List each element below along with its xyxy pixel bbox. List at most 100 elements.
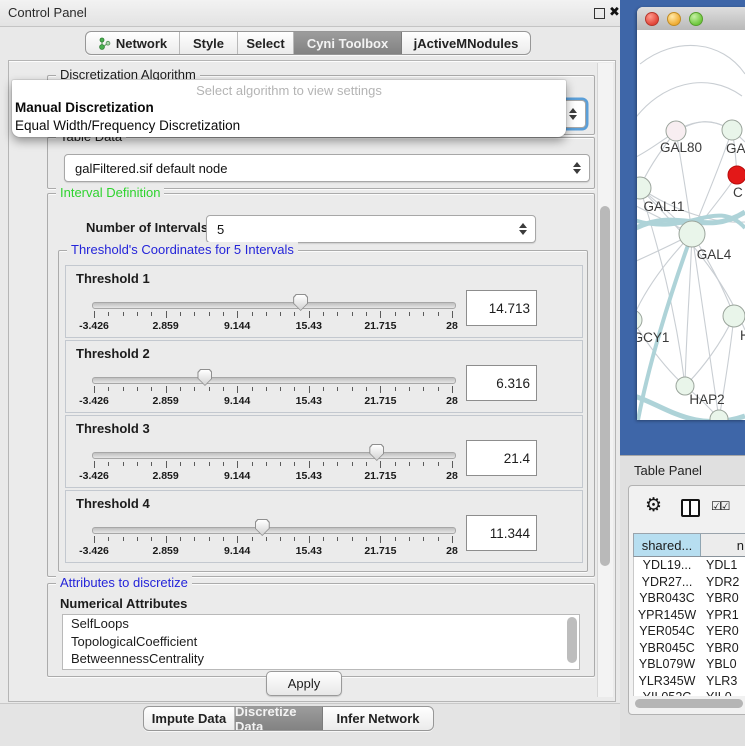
cell-name[interactable]: YPR1	[700, 608, 745, 622]
slider-tick	[180, 537, 181, 541]
threshold-slider-thumb[interactable]	[369, 444, 384, 461]
float-window-icon[interactable]	[594, 8, 605, 19]
threshold-slider-thumb[interactable]	[197, 369, 212, 386]
table-row[interactable]: YLR345WYLR3	[634, 673, 745, 690]
apply-button[interactable]: Apply	[266, 671, 342, 696]
table-row[interactable]: YBL079WYBL0	[634, 656, 745, 673]
zoom-traffic-light-icon[interactable]	[689, 12, 703, 26]
close-icon[interactable]: ✖	[609, 4, 620, 20]
list-item[interactable]: SelfLoops	[63, 615, 579, 633]
column-header-shared-name[interactable]: shared...	[634, 534, 701, 556]
slider-tick	[223, 387, 224, 391]
cell-name[interactable]: YER0	[700, 624, 745, 638]
panel-scrollbar[interactable]	[597, 63, 613, 697]
slider-tick	[209, 312, 210, 316]
network-node[interactable]	[723, 305, 745, 327]
table-row[interactable]: YER054CYER0	[634, 623, 745, 640]
slider-tick-label: -3.426	[62, 395, 126, 407]
network-window-titlebar[interactable]	[637, 7, 745, 31]
threshold-slider-track[interactable]	[92, 302, 456, 309]
table-settings-gear-icon[interactable]: ⚙	[645, 494, 662, 516]
network-edge[interactable]	[685, 234, 692, 386]
numerical-attributes-list[interactable]: SelfLoops TopologicalCoefficient Between…	[62, 614, 580, 670]
panel-scrollbar-thumb[interactable]	[600, 206, 610, 566]
slider-tick	[209, 387, 210, 391]
tab-select[interactable]: Select	[238, 32, 294, 54]
threshold-value-field[interactable]: 14.713	[466, 290, 537, 326]
table-row[interactable]: YDL19...YDL1	[634, 557, 745, 574]
network-node-label: GCY1	[637, 330, 669, 345]
cell-name[interactable]: YBR0	[700, 641, 745, 655]
threshold-slider-track[interactable]	[92, 527, 456, 534]
cell-name[interactable]: YLR3	[700, 674, 745, 688]
network-canvas[interactable]: GAL80GACGAL11GAL4GCY1HHAP2	[637, 30, 745, 420]
list-scrollbar[interactable]	[567, 617, 577, 663]
table-data-combobox[interactable]: galFiltered.sif default node	[64, 154, 590, 182]
threshold-slider-track[interactable]	[92, 452, 456, 459]
cell-name[interactable]: YIL0	[700, 690, 745, 696]
network-node[interactable]	[722, 120, 742, 140]
slider-tick-label: 9.144	[205, 395, 269, 407]
split-columns-icon[interactable]	[681, 499, 700, 517]
popup-option-equal-width-frequency[interactable]: Equal Width/Frequency Discretization	[15, 118, 240, 133]
threshold-slider-track[interactable]	[92, 377, 456, 384]
cell-shared-name[interactable]: YPR145W	[634, 608, 700, 622]
tab-network[interactable]: Network	[86, 32, 180, 54]
tab-discretize-data[interactable]: Discretize Data	[235, 707, 323, 730]
cell-shared-name[interactable]: YDL19...	[634, 558, 700, 572]
cell-name[interactable]: YDL1	[700, 558, 745, 572]
table-row[interactable]: YBR045CYBR0	[634, 640, 745, 657]
slider-tick	[151, 537, 152, 541]
network-edge[interactable]	[637, 83, 742, 120]
threshold-value-field[interactable]: 21.4	[466, 440, 537, 476]
network-node[interactable]	[666, 121, 686, 141]
cell-shared-name[interactable]: YER054C	[634, 624, 700, 638]
table-data-value: galFiltered.sif default node	[65, 161, 572, 176]
select-columns-icon[interactable]: ☑☑	[711, 499, 729, 513]
cell-shared-name[interactable]: YLR345W	[634, 674, 700, 688]
slider-tick	[395, 462, 396, 466]
network-node[interactable]	[637, 310, 642, 330]
table-row[interactable]: YDR27...YDR2	[634, 574, 745, 591]
slider-tick-label: 9.144	[205, 320, 269, 332]
network-node-label: H	[740, 328, 745, 343]
cell-shared-name[interactable]: YDR27...	[634, 575, 700, 589]
slider-tick	[337, 462, 338, 466]
table-row[interactable]: YPR145WYPR1	[634, 607, 745, 624]
cell-shared-name[interactable]: YBL079W	[634, 657, 700, 671]
network-edge[interactable]	[640, 45, 745, 74]
column-header-name[interactable]: n	[701, 534, 745, 556]
network-edge[interactable]	[640, 188, 685, 386]
threshold-value-field[interactable]: 6.316	[466, 365, 537, 401]
threshold-slider-thumb[interactable]	[255, 519, 270, 536]
cell-shared-name[interactable]: YBR043C	[634, 591, 700, 605]
tab-impute-data[interactable]: Impute Data	[144, 707, 235, 730]
close-traffic-light-icon[interactable]	[645, 12, 659, 26]
slider-tick	[438, 312, 439, 316]
cell-name[interactable]: YDR2	[700, 575, 745, 589]
network-node[interactable]	[728, 166, 745, 184]
tab-infer-network[interactable]: Infer Network	[323, 707, 433, 730]
network-edge[interactable]	[637, 234, 692, 320]
tab-style[interactable]: Style	[180, 32, 238, 54]
cell-shared-name[interactable]: YBR045C	[634, 641, 700, 655]
number-of-intervals-combobox[interactable]: 5	[206, 215, 536, 243]
network-node[interactable]	[679, 221, 705, 247]
list-item[interactable]: BetweennessCentrality	[63, 650, 579, 668]
cell-name[interactable]: YBR0	[700, 591, 745, 605]
table-horizontal-scrollbar[interactable]	[635, 699, 743, 708]
table-row[interactable]: YIL052CYIL0	[634, 689, 745, 696]
popup-option-manual-discretization[interactable]: Manual Discretization	[15, 100, 154, 115]
threshold-value-field[interactable]: 11.344	[466, 515, 537, 551]
tab-jactivemnodules[interactable]: jActiveMNodules	[402, 32, 530, 54]
cell-shared-name[interactable]: YIL052C	[634, 690, 700, 696]
tab-cyni-toolbox[interactable]: Cyni Toolbox	[294, 32, 402, 54]
table-data-group: Table Data galFiltered.sif default node	[47, 137, 595, 189]
cell-name[interactable]: YBL0	[700, 657, 745, 671]
slider-tick	[166, 386, 167, 393]
panel-title: Control Panel	[8, 5, 87, 20]
threshold-slider-thumb[interactable]	[293, 294, 308, 311]
list-item[interactable]: TopologicalCoefficient	[63, 633, 579, 651]
minimize-traffic-light-icon[interactable]	[667, 12, 681, 26]
table-row[interactable]: YBR043CYBR0	[634, 590, 745, 607]
